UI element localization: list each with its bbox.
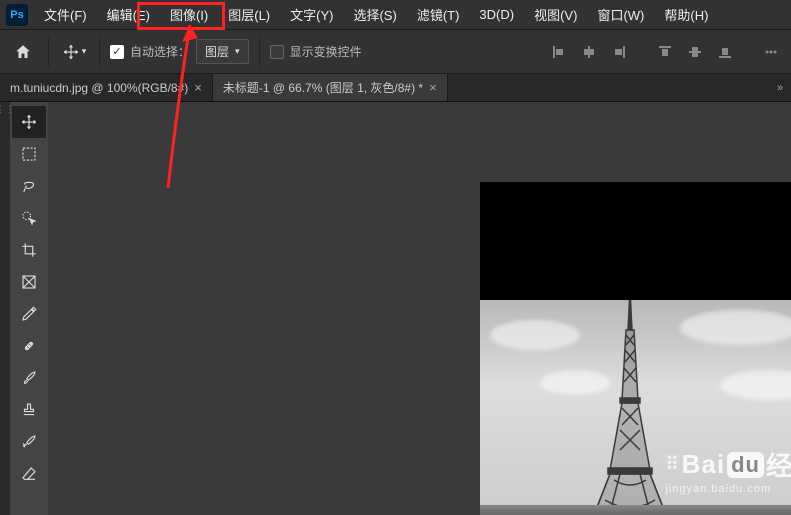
- menu-select[interactable]: 选择(S): [343, 1, 406, 28]
- tools-panel: [10, 102, 48, 515]
- chevron-down-icon: ▾: [235, 46, 240, 57]
- stamp-tool[interactable]: [12, 394, 46, 426]
- divider: [259, 38, 260, 66]
- tab-1[interactable]: m.tuniucdn.jpg @ 100%(RGB/8#) ×: [0, 74, 213, 101]
- menu-edit[interactable]: 编辑(E): [97, 1, 160, 28]
- canvas[interactable]: ⠿ Baidu经验 jingyan.baidu.com: [48, 102, 791, 515]
- brush-tool[interactable]: [12, 362, 46, 394]
- divider: [48, 38, 49, 66]
- divider: [99, 38, 100, 66]
- show-transform-label: 显示变换控件: [290, 43, 362, 60]
- quick-select-tool[interactable]: [12, 202, 46, 234]
- lasso-tool[interactable]: [12, 170, 46, 202]
- auto-select-dropdown[interactable]: 图层 ▾: [196, 39, 249, 64]
- move-tool-icon[interactable]: ▾: [59, 37, 89, 67]
- menu-window[interactable]: 窗口(W): [587, 1, 654, 28]
- align-center-v-icon[interactable]: [683, 40, 707, 64]
- eyedropper-tool[interactable]: [12, 298, 46, 330]
- marquee-tool[interactable]: [12, 138, 46, 170]
- menu-3d[interactable]: 3D(D): [469, 3, 524, 26]
- dropdown-value: 图层: [205, 43, 229, 60]
- move-tool[interactable]: [12, 106, 46, 138]
- tab-label: m.tuniucdn.jpg @ 100%(RGB/8#): [10, 81, 188, 95]
- close-icon[interactable]: ×: [194, 80, 202, 95]
- menu-bar: Ps 文件(F) 编辑(E) 图像(I) 图层(L) 文字(Y) 选择(S) 滤…: [0, 0, 791, 30]
- home-button[interactable]: [8, 37, 38, 67]
- panel-toggle-icon[interactable]: »: [769, 74, 791, 101]
- more-align-icon[interactable]: [759, 40, 783, 64]
- image-black-region: [480, 182, 791, 300]
- align-top-icon[interactable]: [653, 40, 677, 64]
- healing-tool[interactable]: [12, 330, 46, 362]
- watermark-sub: jingyan.baidu.com: [665, 483, 791, 495]
- menu-filter[interactable]: 滤镜(T): [407, 1, 470, 28]
- tab-2[interactable]: 未标题-1 @ 66.7% (图层 1, 灰色/8#) * ×: [213, 74, 448, 101]
- eraser-tool[interactable]: [12, 458, 46, 490]
- frame-tool[interactable]: [12, 266, 46, 298]
- document-tabs: m.tuniucdn.jpg @ 100%(RGB/8#) × 未标题-1 @ …: [0, 74, 791, 102]
- history-brush-tool[interactable]: [12, 426, 46, 458]
- align-right-icon[interactable]: [607, 40, 631, 64]
- tab-label: 未标题-1 @ 66.7% (图层 1, 灰色/8#) *: [223, 79, 423, 96]
- menu-image[interactable]: 图像(I): [160, 1, 218, 28]
- eiffel-tower-graphic: [590, 300, 670, 515]
- menu-layer[interactable]: 图层(L): [218, 1, 280, 28]
- workspace: ⋮⋮: [0, 102, 791, 515]
- menu-help[interactable]: 帮助(H): [654, 1, 718, 28]
- align-bottom-icon[interactable]: [713, 40, 737, 64]
- watermark: ⠿ Baidu经验 jingyan.baidu.com: [665, 446, 791, 495]
- close-icon[interactable]: ×: [429, 80, 437, 95]
- watermark-brand-mid: du: [727, 452, 764, 478]
- menu-type[interactable]: 文字(Y): [280, 1, 343, 28]
- crop-tool[interactable]: [12, 234, 46, 266]
- watermark-brand-post: 经验: [766, 446, 791, 483]
- app-logo: Ps: [6, 4, 28, 26]
- watermark-brand-pre: Bai: [682, 449, 725, 480]
- image-photo-region: ⠿ Baidu经验 jingyan.baidu.com: [480, 300, 791, 515]
- grip-icon[interactable]: ⋮⋮: [0, 102, 10, 117]
- tools-gutter: ⋮⋮: [0, 102, 10, 515]
- align-center-h-icon[interactable]: [577, 40, 601, 64]
- show-transform-checkbox[interactable]: [270, 45, 284, 59]
- auto-select-checkbox[interactable]: ✓: [110, 45, 124, 59]
- menu-file[interactable]: 文件(F): [34, 1, 97, 28]
- align-left-icon[interactable]: [547, 40, 571, 64]
- auto-select-label: 自动选择：: [130, 43, 190, 60]
- menu-view[interactable]: 视图(V): [524, 1, 587, 28]
- options-bar: ▾ ✓ 自动选择： 图层 ▾ 显示变换控件: [0, 30, 791, 74]
